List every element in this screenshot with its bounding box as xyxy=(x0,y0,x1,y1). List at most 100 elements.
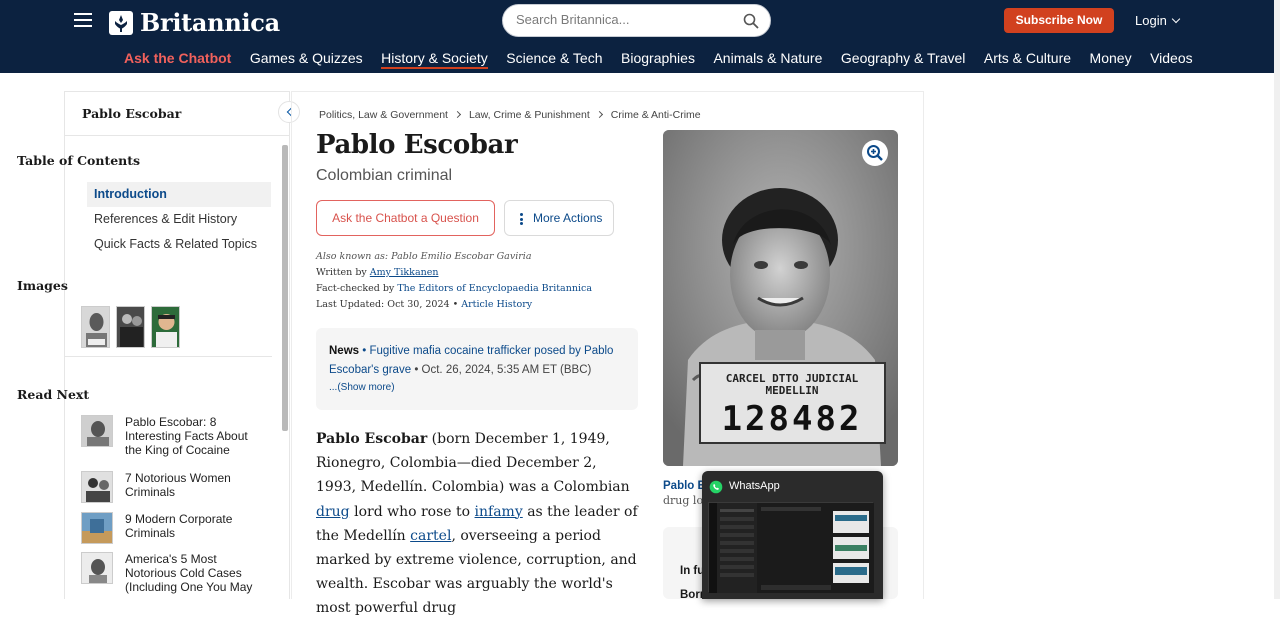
read-next-thumbnail xyxy=(81,415,113,447)
toc-heading: Table of Contents xyxy=(17,153,141,168)
read-next-item[interactable]: 9 Modern Corporate Criminals xyxy=(81,512,255,544)
body-text: lord who rose to xyxy=(349,503,475,520)
written-by-label: Written by xyxy=(316,267,367,278)
nav-money[interactable]: Money xyxy=(1090,49,1132,69)
menu-icon[interactable] xyxy=(74,13,92,29)
page-title: Pablo Escobar xyxy=(316,130,518,160)
placard-line2: MEDELLIN xyxy=(766,384,819,397)
news-label: News xyxy=(329,345,360,357)
read-next-title: 9 Modern Corporate Criminals xyxy=(125,512,233,540)
breadcrumb-item[interactable]: Politics, Law & Government xyxy=(319,109,448,121)
search-icon[interactable] xyxy=(743,13,759,29)
article-subject: Pablo Escobar xyxy=(316,431,428,447)
photo-caption-text: drug lo xyxy=(663,494,704,507)
read-next-title: America's 5 Most Notorious Cold Cases (I… xyxy=(125,552,253,594)
search-box[interactable] xyxy=(502,4,771,37)
read-next-thumbnail xyxy=(81,552,113,584)
more-actions-label: More Actions xyxy=(533,211,603,225)
logo-text: Britannica xyxy=(140,8,280,37)
breadcrumb: Politics, Law & Government Law, Crime & P… xyxy=(319,109,701,121)
zoom-in-icon xyxy=(867,145,883,161)
page-subtitle: Colombian criminal xyxy=(316,167,453,184)
britannica-logo[interactable]: Britannica xyxy=(109,8,280,37)
fact-checked-label: Fact-checked by xyxy=(316,283,395,294)
editors-link[interactable]: The Editors of Encyclopaedia Britannica xyxy=(397,283,592,294)
toc-item-references[interactable]: References & Edit History xyxy=(87,207,271,232)
nav-arts-culture[interactable]: Arts & Culture xyxy=(984,49,1071,69)
nav-animals-nature[interactable]: Animals & Nature xyxy=(713,49,822,69)
top-header: Britannica Subscribe Now Login Ask the C… xyxy=(0,0,1280,73)
nav-history-society[interactable]: History & Society xyxy=(381,49,488,69)
subscribe-button[interactable]: Subscribe Now xyxy=(1004,8,1114,33)
image-thumbnail[interactable] xyxy=(81,306,110,348)
kebab-icon xyxy=(520,213,523,227)
divider xyxy=(65,135,289,136)
login-button[interactable]: Login xyxy=(1135,13,1181,28)
read-next-title: 7 Notorious Women Criminals xyxy=(125,471,231,499)
divider xyxy=(64,356,272,357)
last-updated-value: Oct 30, 2024 xyxy=(387,299,450,310)
login-label: Login xyxy=(1135,13,1167,28)
news-bullet: • xyxy=(362,345,367,357)
read-next-thumbnail xyxy=(81,471,113,503)
nav-videos[interactable]: Videos xyxy=(1150,49,1193,69)
whatsapp-icon xyxy=(709,480,723,494)
placard-number: 128482 xyxy=(722,399,863,439)
read-next-thumbnail xyxy=(81,512,113,544)
also-known-as: Also known as: Pablo Emilio Escobar Gavi… xyxy=(316,251,532,262)
read-next-item[interactable]: 7 Notorious Women Criminals xyxy=(81,471,255,503)
window-thumbnail[interactable] xyxy=(708,502,874,593)
written-by: Written by Amy Tikkanen xyxy=(316,267,438,278)
chevron-right-icon xyxy=(595,110,603,119)
also-known-value: Pablo Emilio Escobar Gaviria xyxy=(391,251,532,262)
ask-chatbot-button[interactable]: Ask the Chatbot a Question xyxy=(316,200,495,236)
more-actions-button[interactable]: More Actions xyxy=(504,200,614,236)
mugshot-image: CARCEL DTTO JUDICIAL MEDELLIN 128482 xyxy=(663,130,898,466)
also-known-label: Also known as: xyxy=(316,251,389,262)
breadcrumb-item[interactable]: Crime & Anti-Crime xyxy=(611,109,701,121)
chevron-right-icon xyxy=(453,110,462,119)
toc-item-quick-facts[interactable]: Quick Facts & Related Topics xyxy=(87,232,271,257)
zoom-button[interactable] xyxy=(862,140,888,166)
main-photo[interactable]: CARCEL DTTO JUDICIAL MEDELLIN 128482 xyxy=(663,130,898,466)
images-heading: Images xyxy=(17,278,68,293)
page-scrollbar[interactable] xyxy=(1274,0,1280,599)
infamy-link[interactable]: infamy xyxy=(475,504,523,520)
sidebar-title[interactable]: Pablo Escobar xyxy=(82,106,181,121)
news-date: • Oct. 26, 2024, 5:35 AM ET (BBC) xyxy=(414,363,592,376)
news-box: News • Fugitive mafia cocaine trafficker… xyxy=(316,328,638,410)
show-more-link[interactable]: ...(Show more) xyxy=(329,381,625,395)
popup-title: WhatsApp xyxy=(729,480,780,492)
toc-item-introduction[interactable]: Introduction xyxy=(87,182,271,207)
nav-ask-chatbot[interactable]: Ask the Chatbot xyxy=(124,49,231,69)
image-thumbnail[interactable] xyxy=(116,306,145,348)
nav-science-tech[interactable]: Science & Tech xyxy=(506,49,602,69)
author-link[interactable]: Amy Tikkanen xyxy=(370,267,439,278)
chevron-down-icon xyxy=(1171,14,1181,24)
sidebar-scrollbar[interactable] xyxy=(282,145,288,431)
thistle-logo-icon xyxy=(109,10,133,35)
photo-caption-title[interactable]: Pablo E xyxy=(663,480,705,492)
last-updated-label: Last Updated: xyxy=(316,299,385,310)
fact-checked-by: Fact-checked by The Editors of Encyclopa… xyxy=(316,283,592,294)
image-thumbnails xyxy=(81,306,186,348)
last-updated: Last Updated: Oct 30, 2024 • Article His… xyxy=(316,299,532,310)
article-body: Pablo Escobar (born December 1, 1949, Ri… xyxy=(316,427,641,621)
main-nav: Ask the Chatbot Games & Quizzes History … xyxy=(124,49,1211,69)
read-next-item[interactable]: Pablo Escobar: 8 Interesting Facts About… xyxy=(81,415,255,457)
read-next-title: Pablo Escobar: 8 Interesting Facts About… xyxy=(125,415,248,457)
nav-geography-travel[interactable]: Geography & Travel xyxy=(841,49,966,69)
image-thumbnail[interactable] xyxy=(151,306,180,348)
cartel-link[interactable]: cartel xyxy=(410,528,451,544)
drug-link[interactable]: drug xyxy=(316,504,350,520)
whatsapp-preview-popup[interactable]: WhatsApp xyxy=(702,471,883,599)
card-heading: In fu xyxy=(680,565,705,577)
bullet: • xyxy=(452,299,459,310)
nav-games-quizzes[interactable]: Games & Quizzes xyxy=(250,49,363,69)
article-history-link[interactable]: Article History xyxy=(461,299,532,310)
nav-biographies[interactable]: Biographies xyxy=(621,49,695,69)
search-input[interactable] xyxy=(516,12,736,27)
breadcrumb-item[interactable]: Law, Crime & Punishment xyxy=(469,109,590,121)
read-next-item[interactable]: America's 5 Most Notorious Cold Cases (I… xyxy=(81,552,255,594)
read-next-heading: Read Next xyxy=(17,387,90,402)
